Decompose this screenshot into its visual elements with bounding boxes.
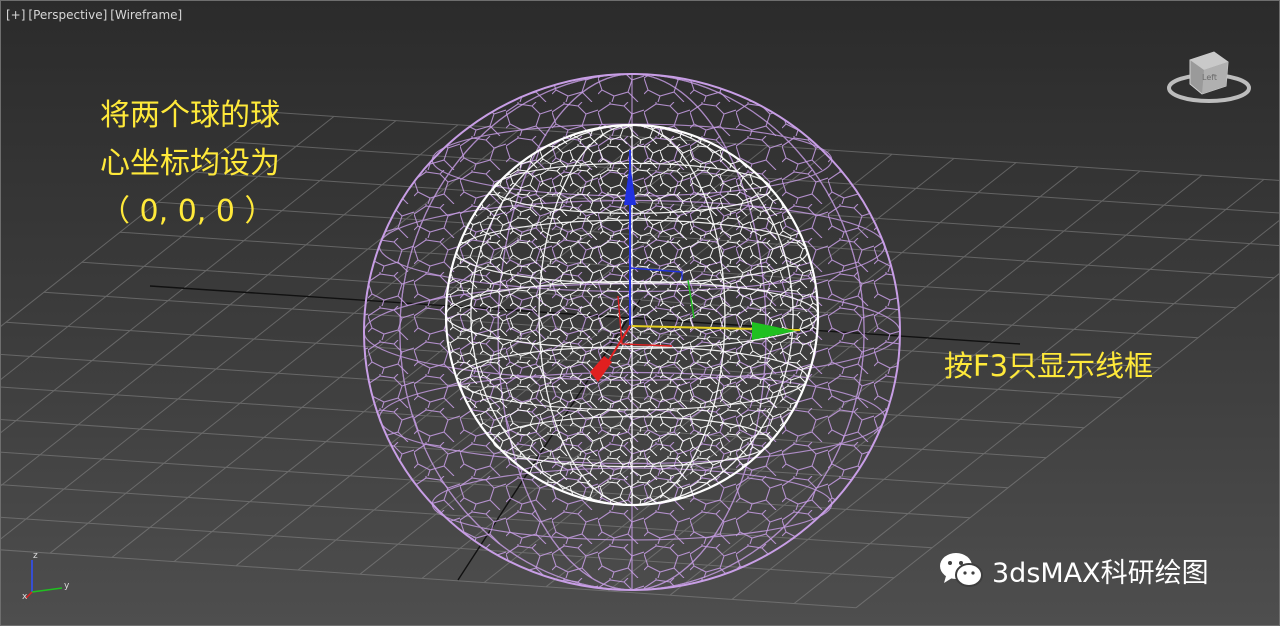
annotation-line: （ 0, 0, 0 ）	[100, 194, 275, 229]
watermark: 3dsMAX科研绘图	[938, 550, 1209, 590]
viewport-label-menu: [+] [Perspective] [Wireframe]	[6, 8, 182, 22]
viewport-point-of-view-menu[interactable]: [Perspective]	[28, 8, 107, 22]
axis-tripod: z y x	[22, 551, 70, 600]
perspective-viewport[interactable]: [+] [Perspective] [Wireframe] 将两个球的球 心坐标…	[0, 0, 1280, 626]
viewport-shading-menu[interactable]: [Wireframe]	[110, 8, 182, 22]
tripod-x-label: x	[22, 592, 28, 600]
annotation-f3-wireframe: 按F3只显示线框	[944, 349, 1154, 383]
viewcube-face-label[interactable]: Left	[1202, 73, 1217, 82]
watermark-text: 3dsMAX科研绘图	[992, 557, 1209, 589]
annotation-center-coordinates: 将两个球的球 心坐标均设为 （ 0, 0, 0 ）	[100, 92, 280, 236]
wechat-icon	[940, 553, 983, 587]
tripod-y-label: y	[64, 581, 70, 591]
annotation-line: 心坐标均设为	[100, 146, 280, 181]
annotation-line: 将两个球的球	[100, 98, 280, 133]
tripod-z-label: z	[33, 551, 38, 561]
viewcube[interactable]: Left	[1162, 46, 1257, 114]
viewport-plus-menu[interactable]: [+]	[6, 8, 25, 22]
